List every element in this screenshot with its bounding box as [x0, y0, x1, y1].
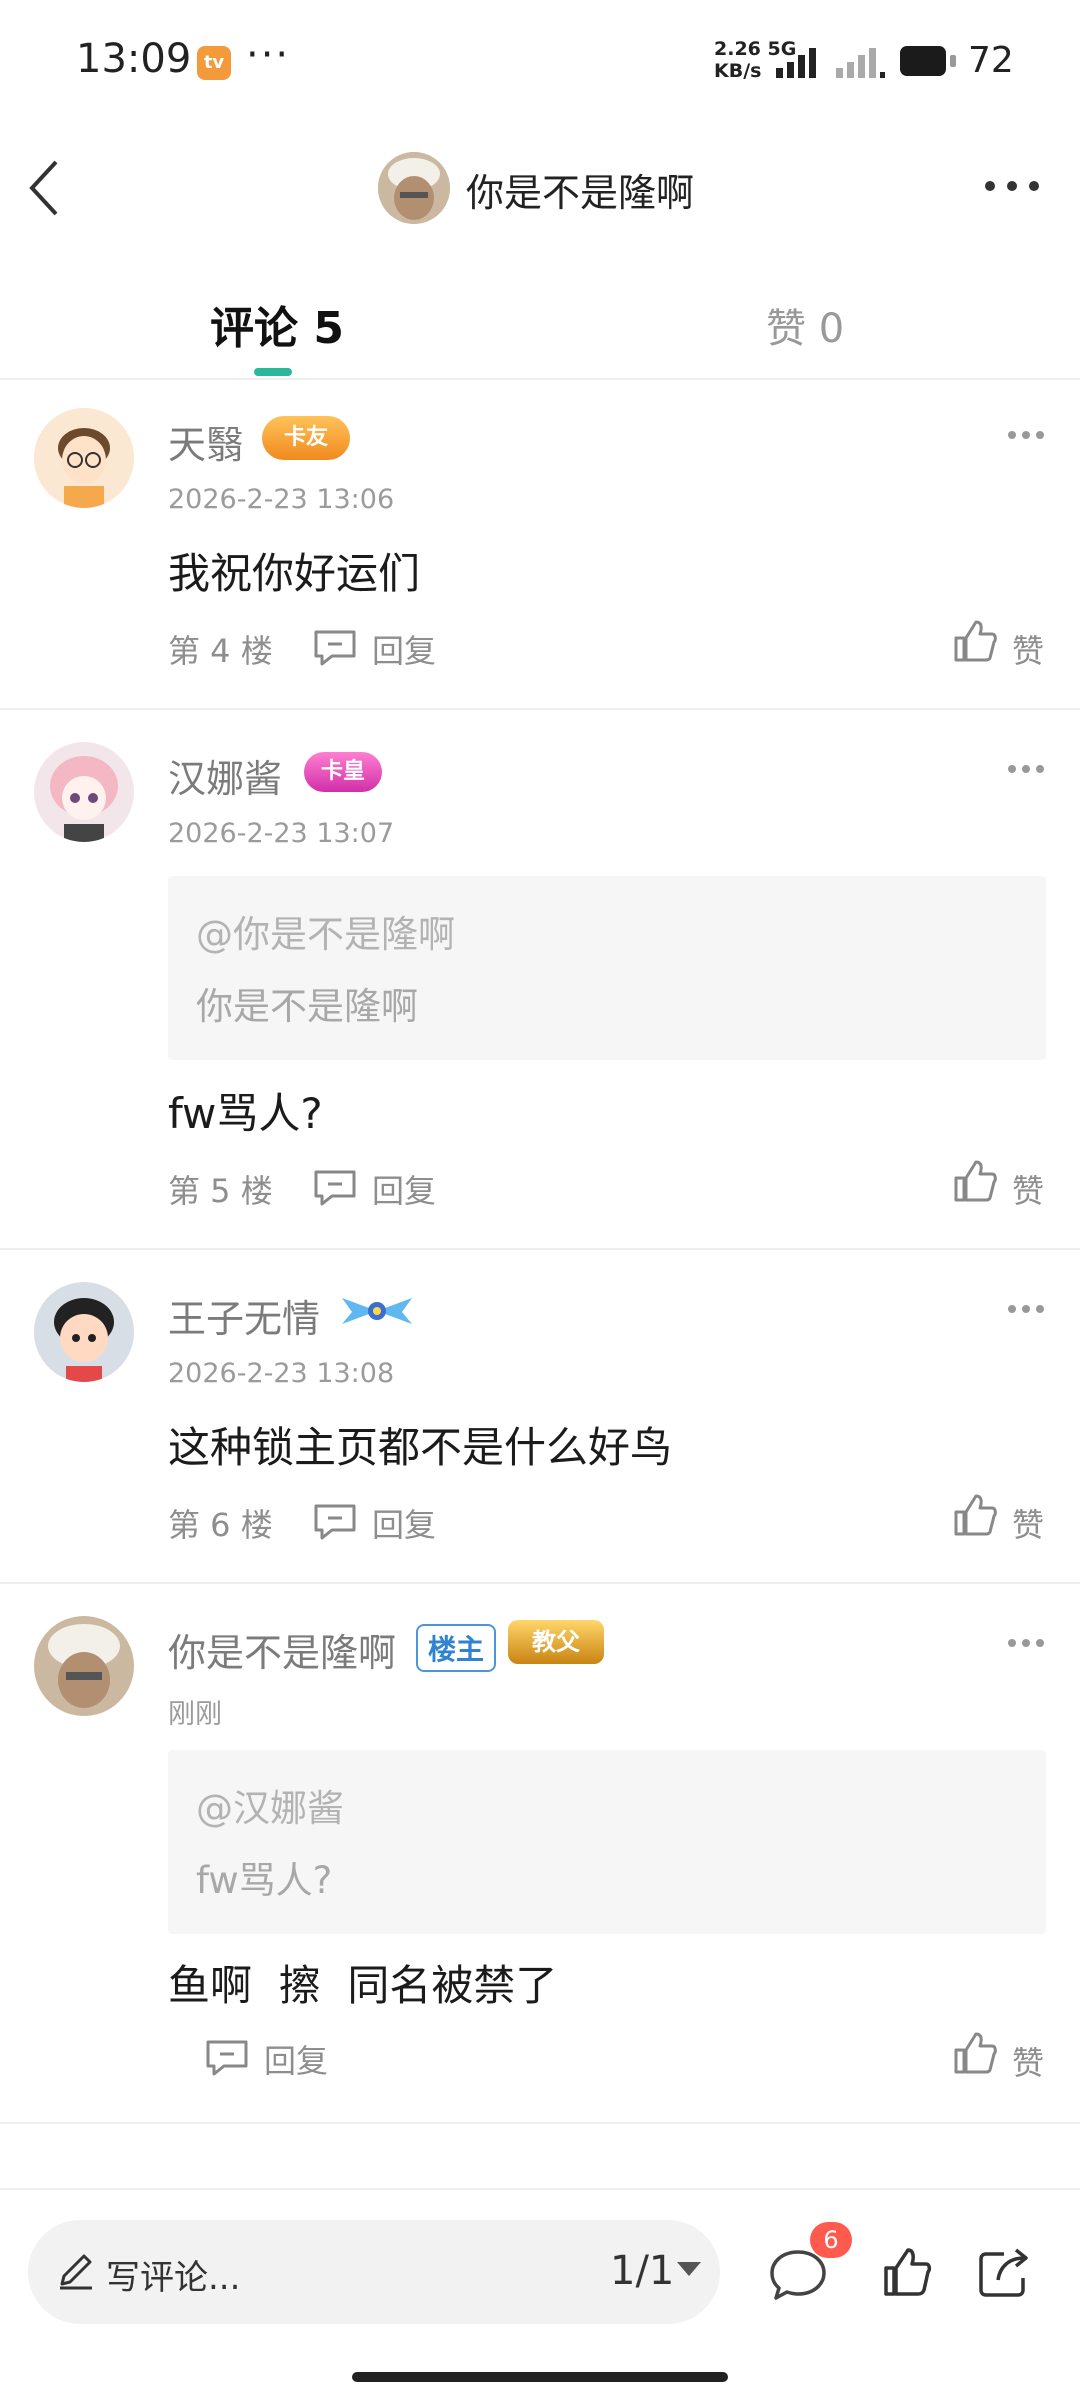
tab-active-indicator — [254, 368, 292, 376]
signal-2-icon — [836, 48, 885, 78]
reply-button[interactable]: 回复 — [264, 2036, 328, 2082]
back-icon[interactable] — [24, 158, 64, 218]
op-badge: 楼主 — [416, 1624, 497, 1672]
comment-input-placeholder[interactable]: 写评论... — [106, 2250, 240, 2299]
page-title: 你是不是隆啊 — [466, 171, 695, 215]
quoted-comment[interactable]: @汉娜酱 fw骂人? — [168, 1750, 1046, 1934]
level-badge: 卡友 — [262, 416, 350, 460]
like-button[interactable]: 赞 — [1012, 2038, 1044, 2084]
like-button[interactable]: 赞 — [1012, 1166, 1044, 1212]
author-avatar-image — [378, 152, 450, 224]
avatar[interactable] — [34, 742, 134, 842]
caret-down-icon[interactable] — [676, 2260, 702, 2278]
avatar[interactable] — [34, 1616, 134, 1716]
comment-author[interactable]: 王子无情 — [168, 1288, 320, 1343]
floor-number: 第 6 楼 — [168, 1506, 273, 1544]
network-speed-unit: KB/s — [714, 60, 762, 82]
quoted-mention: @你是不是隆啊 — [196, 913, 455, 956]
avatar-image — [34, 1616, 134, 1716]
reply-icon[interactable] — [312, 1168, 358, 1206]
comment-more-icon[interactable] — [1008, 764, 1044, 774]
comment-text: fw骂人? — [168, 1089, 323, 1138]
thumbs-up-icon[interactable] — [952, 618, 998, 664]
thumbs-up-icon[interactable] — [882, 2246, 932, 2298]
comment-more-icon[interactable] — [1008, 430, 1044, 440]
vip-wings-badge-icon — [342, 1298, 412, 1324]
thumbs-up-icon[interactable] — [952, 1492, 998, 1538]
quoted-mention: @汉娜酱 — [196, 1787, 344, 1830]
comment-time: 刚刚 — [168, 1699, 222, 1730]
comment-more-icon[interactable] — [1008, 1304, 1044, 1314]
reply-icon[interactable] — [312, 1502, 358, 1540]
battery-tip — [950, 55, 956, 67]
quoted-text: 你是不是隆啊 — [196, 985, 418, 1028]
reply-icon[interactable] — [204, 2038, 250, 2076]
thumbs-up-icon[interactable] — [952, 1158, 998, 1204]
battery-percent: 72 — [968, 40, 1014, 81]
quoted-text: fw骂人? — [196, 1859, 333, 1902]
author-avatar[interactable] — [378, 152, 450, 224]
comment-more-icon[interactable] — [1008, 1638, 1044, 1648]
level-badge: 教父 — [508, 1620, 604, 1664]
share-icon[interactable] — [976, 2244, 1032, 2300]
page-selector[interactable]: 1/1 — [610, 2248, 674, 2294]
home-indicator[interactable] — [352, 2372, 728, 2382]
comment-count-badge: 6 — [810, 2222, 852, 2258]
comment-author[interactable]: 天翳 — [168, 414, 244, 469]
avatar[interactable] — [34, 1282, 134, 1382]
reply-button[interactable]: 回复 — [372, 626, 436, 672]
network-speed-value: 2.26 — [714, 38, 761, 60]
status-time: 13:09 — [76, 36, 192, 82]
divider — [0, 1248, 1080, 1250]
quoted-comment[interactable]: @你是不是隆啊 你是不是隆啊 — [168, 876, 1046, 1060]
avatar[interactable] — [34, 408, 134, 508]
comment-time: 2026-2-23 13:06 — [168, 484, 395, 515]
divider — [0, 378, 1080, 380]
app-notification-icon: tv — [197, 46, 231, 80]
bottom-bar-divider — [0, 2188, 1080, 2190]
avatar-image — [34, 408, 134, 508]
comment-author[interactable]: 汉娜酱 — [168, 748, 282, 803]
reply-icon[interactable] — [312, 628, 358, 666]
divider — [0, 1582, 1080, 1584]
pencil-icon — [60, 2254, 92, 2290]
thumbs-up-icon[interactable] — [952, 2030, 998, 2076]
avatar-image — [34, 1282, 134, 1382]
comment-text: 这种锁主页都不是什么好鸟 — [168, 1423, 673, 1472]
tab-comments[interactable]: 评论 5 — [210, 292, 344, 356]
comment-text: 鱼啊 擦 同名被禁了 — [168, 1961, 558, 2010]
comment-time: 2026-2-23 13:08 — [168, 1358, 395, 1389]
tab-likes[interactable]: 赞 0 — [766, 296, 844, 354]
level-badge: 卡皇 — [304, 752, 382, 792]
floor-number: 第 4 楼 — [168, 632, 273, 670]
comment-text: 我祝你好运们 — [168, 549, 421, 598]
status-more-icon: ··· — [246, 32, 291, 78]
reply-button[interactable]: 回复 — [372, 1500, 436, 1546]
reply-button[interactable]: 回复 — [372, 1166, 436, 1212]
like-button[interactable]: 赞 — [1012, 1500, 1044, 1546]
comment-author[interactable]: 你是不是隆啊 — [168, 1622, 396, 1677]
floor-number: 第 5 楼 — [168, 1172, 273, 1210]
more-options-icon[interactable] — [984, 178, 1040, 194]
signal-icon — [776, 48, 816, 78]
like-button[interactable]: 赞 — [1012, 626, 1044, 672]
divider — [0, 708, 1080, 710]
battery-icon — [900, 46, 946, 76]
comment-time: 2026-2-23 13:07 — [168, 818, 395, 849]
divider — [0, 2122, 1080, 2124]
avatar-image — [34, 742, 134, 842]
